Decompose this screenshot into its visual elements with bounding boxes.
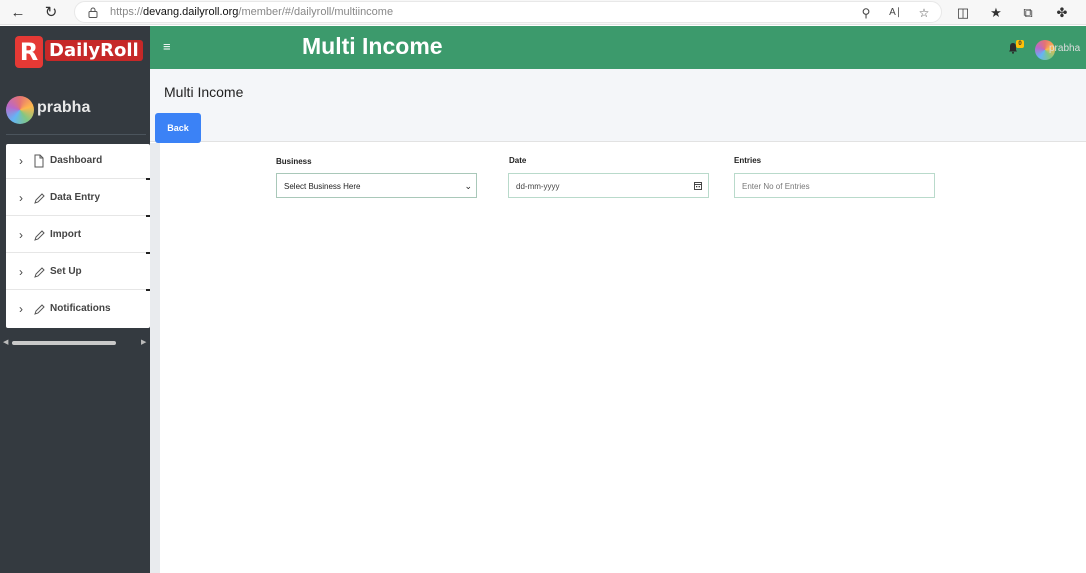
url-text: https://devang.dailyroll.org/member/#/da…	[110, 6, 394, 18]
sidebar-item-label: Data Entry	[50, 192, 101, 203]
sidebar-user-name: prabha	[37, 99, 91, 116]
back-arrow-icon[interactable]: ←	[8, 3, 28, 23]
sidebar-scrollbar[interactable]: ◀ ▶	[3, 338, 147, 348]
entries-input[interactable]: Enter No of Entries	[734, 173, 935, 198]
pencil-icon	[34, 230, 45, 241]
sidebar-item-data-entry[interactable]: › Data Entry	[6, 181, 152, 217]
read-aloud-icon[interactable]: A∣	[886, 4, 904, 22]
content-header: Multi Income Back	[150, 69, 1086, 143]
site-info-icon[interactable]	[88, 7, 98, 18]
file-icon	[34, 154, 44, 168]
pencil-icon	[34, 267, 45, 278]
chevron-down-icon: ⌄	[464, 181, 472, 191]
sidebar-item-label: Notifications	[50, 303, 111, 314]
sidebar: R DailyRoll prabha › Dashboard › Data En…	[0, 26, 152, 573]
back-button[interactable]: Back	[155, 113, 201, 143]
reload-icon[interactable]: ↻	[41, 3, 61, 23]
sidebar-menu: › Dashboard › Data Entry › Import › Set …	[6, 144, 152, 328]
top-header: ≡ Multi Income 0 prabha	[150, 26, 1086, 69]
scrollbar-thumb[interactable]	[12, 341, 116, 345]
zoom-icon[interactable]: ⚲	[857, 4, 875, 22]
header-user-name[interactable]: prabha	[1049, 43, 1080, 54]
sidebar-item-notifications[interactable]: › Notifications	[6, 292, 150, 327]
split-screen-icon[interactable]: ◫	[953, 3, 973, 23]
sidebar-item-dashboard[interactable]: › Dashboard	[6, 144, 152, 180]
chevron-right-icon: ›	[19, 191, 23, 205]
brand-logo[interactable]: R DailyRoll	[15, 36, 143, 70]
business-label: Business	[276, 157, 312, 166]
avatar	[6, 96, 34, 124]
pencil-icon	[34, 193, 45, 204]
collections-icon[interactable]: ⧉	[1018, 3, 1038, 23]
chevron-right-icon: ›	[19, 228, 23, 242]
content-gutter	[150, 143, 160, 573]
sidebar-item-set-up[interactable]: › Set Up	[6, 255, 152, 291]
browser-toolbar: ← ↻ https://devang.dailyroll.org/member/…	[0, 0, 1086, 25]
entries-placeholder: Enter No of Entries	[742, 182, 810, 191]
logo-letter: R	[15, 36, 43, 68]
sidebar-item-label: Import	[50, 229, 82, 240]
business-select[interactable]: Select Business Here ⌄	[276, 173, 477, 198]
calendar-icon[interactable]	[694, 181, 702, 190]
scroll-right-icon[interactable]: ▶	[141, 338, 146, 348]
sidebar-item-label: Set Up	[50, 266, 82, 277]
favorite-star-icon[interactable]: ☆	[915, 4, 933, 22]
sidebar-item-import[interactable]: › Import	[6, 218, 152, 254]
address-bar[interactable]: https://devang.dailyroll.org/member/#/da…	[74, 1, 942, 23]
date-placeholder: dd-mm-yyyy	[516, 182, 560, 191]
pencil-icon	[34, 304, 45, 315]
date-input[interactable]: dd-mm-yyyy	[508, 173, 709, 198]
menu-toggle-icon[interactable]: ≡	[163, 39, 171, 55]
chevron-right-icon: ›	[19, 265, 23, 279]
sidebar-item-label: Dashboard	[50, 155, 103, 166]
favorites-icon[interactable]: ★	[986, 3, 1006, 23]
business-select-value: Select Business Here	[284, 182, 361, 191]
date-label: Date	[509, 156, 527, 165]
scroll-left-icon[interactable]: ◀	[3, 338, 8, 348]
divider	[6, 134, 146, 135]
entries-label: Entries	[734, 156, 762, 165]
logo-text: DailyRoll	[45, 40, 143, 61]
header-title: Multi Income	[302, 33, 443, 59]
page-title: Multi Income	[164, 84, 244, 100]
extensions-icon[interactable]: ✤	[1052, 3, 1072, 23]
chevron-right-icon: ›	[19, 154, 23, 168]
notification-badge: 0	[1016, 40, 1024, 48]
chevron-right-icon: ›	[19, 302, 23, 316]
sidebar-user[interactable]: prabha	[6, 96, 146, 126]
